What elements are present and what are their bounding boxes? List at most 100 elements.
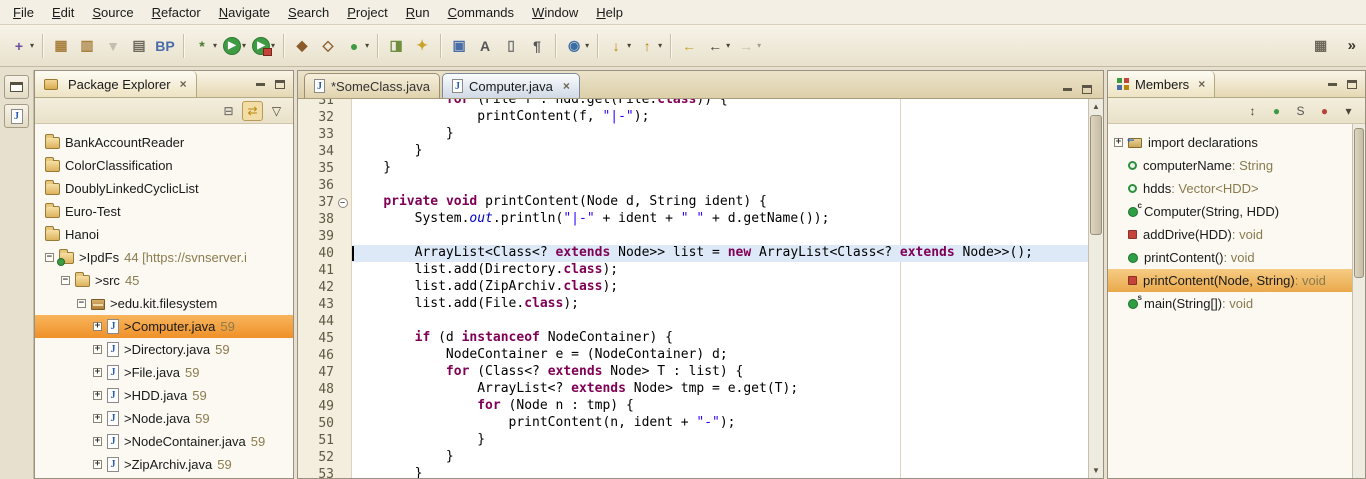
- menu-commands[interactable]: Commands: [439, 2, 523, 23]
- menu-window[interactable]: Window: [523, 2, 587, 23]
- member-import-declarations[interactable]: +import declarations: [1108, 131, 1352, 154]
- code-line[interactable]: list.add(Directory.class);: [352, 262, 1088, 279]
- scrollbar-thumb[interactable]: [1090, 115, 1102, 235]
- new-wizard-button[interactable]: +▾: [6, 32, 37, 60]
- tree-item-bankaccountreader[interactable]: BankAccountReader: [35, 131, 293, 154]
- code-line[interactable]: for (Class<? extends Node> T : list) {: [352, 364, 1088, 381]
- code-line[interactable]: }: [352, 466, 1088, 478]
- new-package-button[interactable]: ◇: [315, 32, 341, 60]
- editor-tab-someclass-java[interactable]: *SomeClass.java: [304, 73, 440, 98]
- code-line[interactable]: if (d instanceof NodeContainer) {: [352, 330, 1088, 347]
- editor-scrollbar[interactable]: ▲ ▼: [1088, 99, 1103, 478]
- menu-help[interactable]: Help: [587, 2, 632, 23]
- search-button[interactable]: ✦: [409, 32, 435, 60]
- tree-item-file-java[interactable]: +> File.java59: [35, 361, 293, 384]
- debug-button[interactable]: *▾: [189, 32, 220, 60]
- hide-fields-button[interactable]: ●: [1266, 101, 1287, 121]
- maximize-button[interactable]: [1342, 75, 1362, 93]
- expander-minus-icon[interactable]: −: [61, 276, 70, 285]
- code-line[interactable]: }: [352, 126, 1088, 143]
- menu-source[interactable]: Source: [83, 2, 142, 23]
- code-line[interactable]: ArrayList<Class<? extends Node>> list = …: [352, 245, 1088, 262]
- build-project-button[interactable]: BP: [152, 32, 178, 60]
- expander-plus-icon[interactable]: +: [93, 391, 102, 400]
- previous-annotation-button[interactable]: ↑▾: [634, 32, 665, 60]
- member-hdds[interactable]: hdds : Vector<HDD>: [1108, 177, 1352, 200]
- members-scrollbar[interactable]: [1352, 124, 1365, 478]
- menu-search[interactable]: Search: [279, 2, 338, 23]
- menu-refactor[interactable]: Refactor: [143, 2, 210, 23]
- menu-file[interactable]: File: [4, 2, 43, 23]
- print-button[interactable]: ▤: [126, 32, 152, 60]
- tree-item-edu-kit-filesystem[interactable]: −> edu.kit.filesystem: [35, 292, 293, 315]
- toolbar-overflow-chevron[interactable]: »: [1344, 37, 1360, 54]
- code-line[interactable]: for (File f : hdd.get(File.class)) {: [352, 99, 1088, 109]
- code-line[interactable]: System.out.println("|-" + ident + " " + …: [352, 211, 1088, 228]
- dropdown-arrow-icon[interactable]: ▾: [658, 41, 662, 50]
- block-selection-button[interactable]: ▯: [498, 32, 524, 60]
- member-printcontent[interactable]: printContent() : void: [1108, 246, 1352, 269]
- dropdown-arrow-icon[interactable]: ▾: [726, 41, 730, 50]
- show-whitespace-button[interactable]: ¶: [524, 32, 550, 60]
- sort-members-button[interactable]: ↕: [1242, 101, 1263, 121]
- tree-item-hdd-java[interactable]: +> HDD.java59: [35, 384, 293, 407]
- member-main-string[interactable]: main(String[]) : void: [1108, 292, 1352, 315]
- close-icon[interactable]: ×: [180, 77, 187, 91]
- new-class-button[interactable]: ●▾: [341, 32, 372, 60]
- scrollbar-thumb[interactable]: [1354, 128, 1364, 278]
- expander-plus-icon[interactable]: +: [93, 437, 102, 446]
- fold-collapse-icon[interactable]: −: [338, 198, 348, 208]
- tree-item-nodecontainer-java[interactable]: +> NodeContainer.java59: [35, 430, 293, 453]
- menu-navigate[interactable]: Navigate: [210, 2, 279, 23]
- tree-item-hanoi[interactable]: Hanoi: [35, 223, 293, 246]
- tree-item-src[interactable]: −> src45: [35, 269, 293, 292]
- code-line[interactable]: list.add(ZipArchiv.class);: [352, 279, 1088, 296]
- expander-plus-icon[interactable]: +: [93, 414, 102, 423]
- tree-item-directory-java[interactable]: +> Directory.java59: [35, 338, 293, 361]
- code-line[interactable]: list.add(File.class);: [352, 296, 1088, 313]
- menu-run[interactable]: Run: [397, 2, 439, 23]
- dropdown-arrow-icon[interactable]: ▾: [242, 41, 246, 50]
- tree-item-euro-test[interactable]: Euro-Test: [35, 200, 293, 223]
- coverage-button[interactable]: ◨: [383, 32, 409, 60]
- code-line[interactable]: [352, 228, 1088, 245]
- expander-plus-icon[interactable]: +: [93, 368, 102, 377]
- dropdown-arrow-icon[interactable]: ▾: [30, 41, 34, 50]
- tree-item-node-java[interactable]: +> Node.java59: [35, 407, 293, 430]
- tree-item-doublylinkedcycliclist[interactable]: DoublyLinkedCyclicList: [35, 177, 293, 200]
- view-menu-button[interactable]: ▾: [1338, 101, 1359, 121]
- next-annotation-button[interactable]: ↓▾: [603, 32, 634, 60]
- scroll-up-arrow-icon[interactable]: ▲: [1089, 99, 1103, 114]
- expander-plus-icon[interactable]: +: [93, 322, 102, 331]
- perspective-button[interactable]: ▦: [1308, 32, 1334, 60]
- member-adddrive-hdd[interactable]: addDrive(HDD) : void: [1108, 223, 1352, 246]
- close-icon[interactable]: ×: [563, 79, 570, 93]
- editor-tab-computer-java[interactable]: Computer.java×: [442, 73, 580, 98]
- dropdown-arrow-icon[interactable]: ▾: [757, 41, 761, 50]
- open-resource-button[interactable]: ▦: [48, 32, 74, 60]
- code-line[interactable]: [352, 313, 1088, 330]
- run-button[interactable]: ▶▾: [220, 32, 249, 60]
- code-line[interactable]: ArrayList<? extends Node> tmp = e.get(T)…: [352, 381, 1088, 398]
- tree-item-ziparchiv-java[interactable]: +> ZipArchiv.java59: [35, 453, 293, 476]
- code-line[interactable]: }: [352, 143, 1088, 160]
- new-untitled-file-button[interactable]: ▥: [74, 32, 100, 60]
- last-edit-location-button[interactable]: ←: [676, 32, 702, 60]
- expander-plus-icon[interactable]: +: [93, 460, 102, 469]
- minimize-button[interactable]: [1057, 80, 1077, 98]
- close-icon[interactable]: ×: [1198, 77, 1205, 91]
- code-line[interactable]: }: [352, 160, 1088, 177]
- tree-item-colorclassification[interactable]: ColorClassification: [35, 154, 293, 177]
- minimize-button[interactable]: [250, 75, 270, 93]
- open-web-browser-button[interactable]: ◉▾: [561, 32, 592, 60]
- dropdown-arrow-icon[interactable]: ▾: [365, 41, 369, 50]
- expander-plus-icon[interactable]: +: [1114, 138, 1123, 147]
- external-tools-button[interactable]: ▶▾: [249, 32, 278, 60]
- dropdown-arrow-icon[interactable]: ▾: [627, 41, 631, 50]
- code-line[interactable]: [352, 177, 1088, 194]
- dropdown-arrow-icon[interactable]: ▾: [213, 41, 217, 50]
- new-java-project-button[interactable]: ◆: [289, 32, 315, 60]
- tree-item-computer-java[interactable]: +> Computer.java59: [35, 315, 293, 338]
- minimized-editor-button[interactable]: J: [4, 104, 29, 128]
- members-tab[interactable]: Members ×: [1108, 71, 1215, 97]
